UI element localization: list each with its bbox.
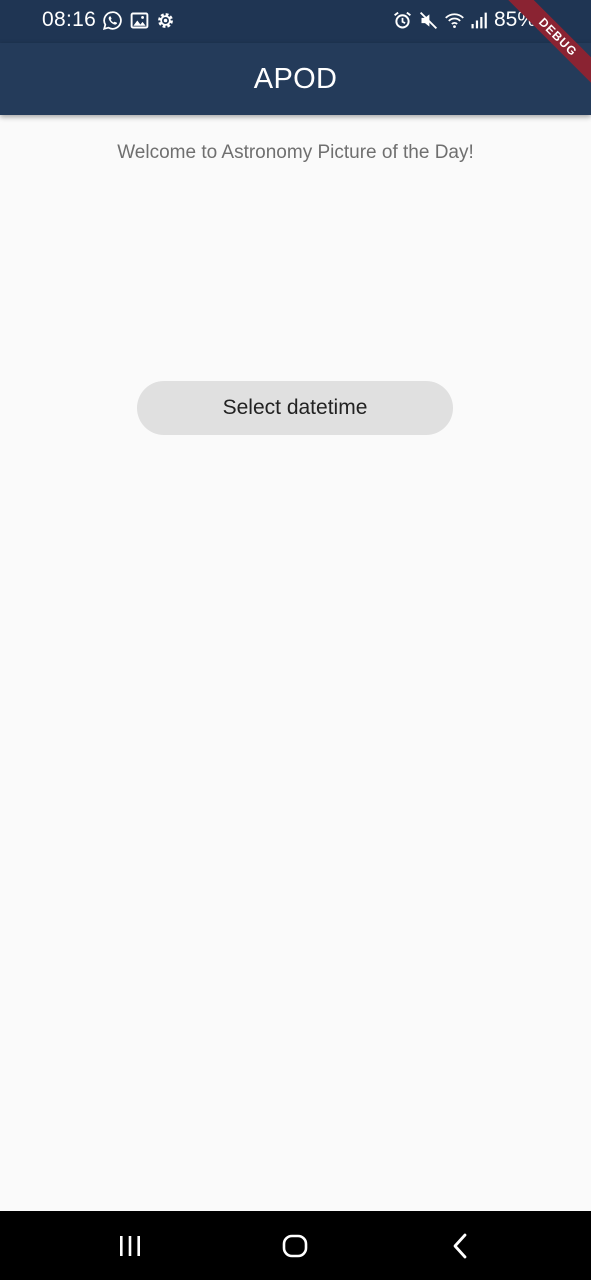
status-bar: 08:16 85% xyxy=(0,0,591,43)
mute-icon xyxy=(419,11,438,30)
wifi-icon xyxy=(445,13,464,29)
select-datetime-button[interactable]: Select datetime xyxy=(137,381,453,435)
battery-percent: 85% xyxy=(494,8,537,31)
back-icon[interactable] xyxy=(446,1231,476,1261)
home-icon[interactable] xyxy=(280,1231,310,1261)
status-time: 08:16 xyxy=(42,8,97,31)
app-bar: APOD xyxy=(0,43,591,115)
app-bar-title: APOD xyxy=(253,62,338,95)
settings-icon xyxy=(158,13,173,28)
gallery-icon xyxy=(130,12,149,29)
navigation-bar xyxy=(0,1211,591,1280)
alarm-icon xyxy=(394,11,411,29)
signal-icon xyxy=(471,12,487,29)
welcome-text: Welcome to Astronomy Picture of the Day! xyxy=(117,142,474,163)
whatsapp-icon xyxy=(102,11,122,31)
battery-charging-icon xyxy=(537,11,547,30)
recents-icon[interactable] xyxy=(115,1231,145,1261)
